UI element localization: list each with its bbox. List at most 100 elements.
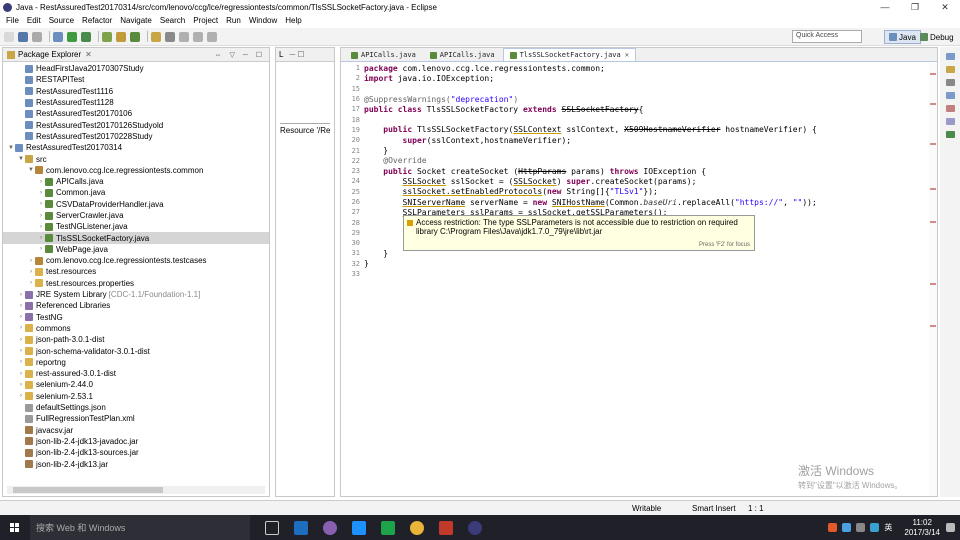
expand-arrow-icon[interactable]: › xyxy=(37,213,45,219)
tree-item[interactable]: › ServerCrawler.java xyxy=(3,210,269,221)
task-list-icon[interactable] xyxy=(945,66,955,73)
new-package-icon[interactable] xyxy=(116,31,126,42)
app-icon[interactable] xyxy=(323,520,337,535)
tree-item[interactable]: › selenium-2.44.0 xyxy=(3,379,269,390)
app-red-icon[interactable] xyxy=(439,520,453,535)
tree-item[interactable]: › CSVDataProviderHandler.java xyxy=(3,199,269,210)
ruler-marker[interactable] xyxy=(930,283,936,285)
expand-arrow-icon[interactable]: › xyxy=(17,337,25,343)
notifications-icon[interactable] xyxy=(946,523,955,532)
tree-item[interactable]: › json-path-3.0.1-dist xyxy=(3,334,269,345)
tree-item[interactable]: RestAssuredTest20170106 xyxy=(3,108,269,119)
ruler-marker[interactable] xyxy=(930,325,936,327)
save-icon[interactable] xyxy=(18,31,28,42)
tree-item[interactable]: defaultSettings.json xyxy=(3,402,269,413)
tree-item[interactable]: json-lib-2.4-jdk13-sources.jar xyxy=(3,447,269,458)
maximize-button[interactable]: ❐ xyxy=(900,2,930,13)
expand-arrow-icon[interactable]: › xyxy=(17,359,25,365)
new-icon[interactable] xyxy=(4,31,14,42)
tree-item[interactable]: › WebPage.java xyxy=(3,244,269,255)
task-view-icon[interactable] xyxy=(265,520,279,535)
menu-run[interactable]: Run xyxy=(226,16,241,25)
debug-icon[interactable] xyxy=(53,31,63,42)
tree-item[interactable]: ▼ src xyxy=(3,153,269,164)
expand-arrow-icon[interactable]: ▼ xyxy=(27,167,35,173)
menu-search[interactable]: Search xyxy=(160,16,185,25)
start-button[interactable] xyxy=(0,522,30,533)
editor-tab-active[interactable]: TlsSSLSocketFactory.java ✕ xyxy=(502,48,636,61)
tree-item[interactable]: › json-schema-validator-3.0.1-dist xyxy=(3,345,269,356)
expand-arrow-icon[interactable]: › xyxy=(37,235,45,241)
taskbar-search[interactable]: 搜索 Web 和 Windows xyxy=(30,515,250,540)
expand-arrow-icon[interactable]: › xyxy=(27,280,35,286)
expand-arrow-icon[interactable]: › xyxy=(17,314,25,320)
chrome-icon[interactable] xyxy=(410,520,424,535)
menu-refactor[interactable]: Refactor xyxy=(82,16,112,25)
tree-item[interactable]: › JRE System Library [CDC-1.1/Foundation-1… xyxy=(3,289,269,300)
ruler-marker[interactable] xyxy=(930,73,936,75)
ime-indicator[interactable]: 英 xyxy=(884,522,892,533)
horizontal-scrollbar[interactable] xyxy=(7,486,265,494)
problems-icon[interactable] xyxy=(945,79,955,86)
search-icon[interactable] xyxy=(165,31,175,42)
declaration-icon[interactable] xyxy=(945,118,955,125)
tree-item[interactable]: › test.resources.properties xyxy=(3,278,269,289)
tree-item[interactable]: › commons xyxy=(3,323,269,334)
tree-item[interactable]: RestAssuredTest20170228Study xyxy=(3,131,269,142)
ruler-marker[interactable] xyxy=(930,143,936,145)
editor-tab[interactable]: APICalls.java xyxy=(424,49,501,61)
tree-item[interactable]: › Common.java xyxy=(3,187,269,198)
ruler-marker[interactable] xyxy=(930,103,936,105)
menu-help[interactable]: Help xyxy=(285,16,301,25)
run-icon[interactable] xyxy=(67,31,77,42)
ruler-marker[interactable] xyxy=(930,188,936,190)
outline-icon[interactable] xyxy=(945,53,955,60)
overview-ruler[interactable] xyxy=(929,63,937,496)
expand-arrow-icon[interactable]: › xyxy=(17,292,25,298)
new-class-icon[interactable] xyxy=(130,31,140,42)
expand-arrow-icon[interactable]: › xyxy=(37,201,45,207)
ruler-marker[interactable] xyxy=(930,221,936,223)
outline-tab[interactable]: L xyxy=(276,50,286,59)
tree-item[interactable]: json-lib-2.4-jdk13-javadoc.jar xyxy=(3,436,269,447)
expand-arrow-icon[interactable]: › xyxy=(37,246,45,252)
clock[interactable]: 11:02 2017/3/14 xyxy=(904,518,940,538)
tree-item[interactable]: RestAssuredTest1116 xyxy=(3,86,269,97)
expand-arrow-icon[interactable]: › xyxy=(37,190,45,196)
close-tab-icon[interactable]: ✕ xyxy=(625,51,629,59)
minimize-icon[interactable]: ─ ☐ xyxy=(286,50,307,59)
expand-arrow-icon[interactable]: › xyxy=(17,348,25,354)
tree-item[interactable]: › TestNG xyxy=(3,312,269,323)
forward-icon[interactable] xyxy=(207,31,217,42)
access-restriction-tooltip[interactable]: Access restriction: The type SSLParamete… xyxy=(403,215,755,251)
tree-item[interactable]: HeadFirstJava20170307Study xyxy=(3,63,269,74)
minimize-button[interactable]: — xyxy=(870,2,900,12)
tree-item[interactable]: ▼ com.lenovo.ccg.lce.regressiontests.comm… xyxy=(3,165,269,176)
close-icon[interactable]: ✕ xyxy=(85,50,92,59)
menu-window[interactable]: Window xyxy=(249,16,277,25)
close-button[interactable]: ✕ xyxy=(930,2,960,13)
back-icon[interactable] xyxy=(193,31,203,42)
debug-perspective-button[interactable]: Debug xyxy=(916,30,958,44)
package-explorer-tab[interactable]: Package Explorer ✕ ⇔ ▽ ─ ☐ xyxy=(3,48,269,62)
menu-source[interactable]: Source xyxy=(49,16,74,25)
outlook-icon[interactable] xyxy=(294,520,308,535)
progress-icon[interactable] xyxy=(945,131,955,138)
tree-item[interactable]: json-lib-2.4-jdk13.jar xyxy=(3,458,269,469)
expand-arrow-icon[interactable]: › xyxy=(17,371,25,377)
expand-arrow-icon[interactable]: ▼ xyxy=(7,145,15,151)
expand-arrow-icon[interactable]: › xyxy=(27,258,35,264)
expand-arrow-icon[interactable]: › xyxy=(17,325,25,331)
expand-arrow-icon[interactable]: › xyxy=(17,382,25,388)
tree-item[interactable]: › reportng xyxy=(3,357,269,368)
tree-item[interactable]: RestAssuredTest1128 xyxy=(3,97,269,108)
tree-item[interactable]: RESTAPITest xyxy=(3,74,269,85)
tree-item[interactable]: javacsv.jar xyxy=(3,425,269,436)
app-green-icon[interactable] xyxy=(381,520,395,535)
tree-item[interactable]: ▼ RestAssuredTest20170314 xyxy=(3,142,269,153)
tree-item[interactable]: › selenium-2.53.1 xyxy=(3,391,269,402)
tray-volume-icon[interactable] xyxy=(856,523,866,532)
editor-tab[interactable]: APICalls.java xyxy=(345,49,422,61)
tree-item[interactable]: FullRegressionTestPlan.xml xyxy=(3,413,269,424)
save-all-icon[interactable] xyxy=(32,31,42,42)
